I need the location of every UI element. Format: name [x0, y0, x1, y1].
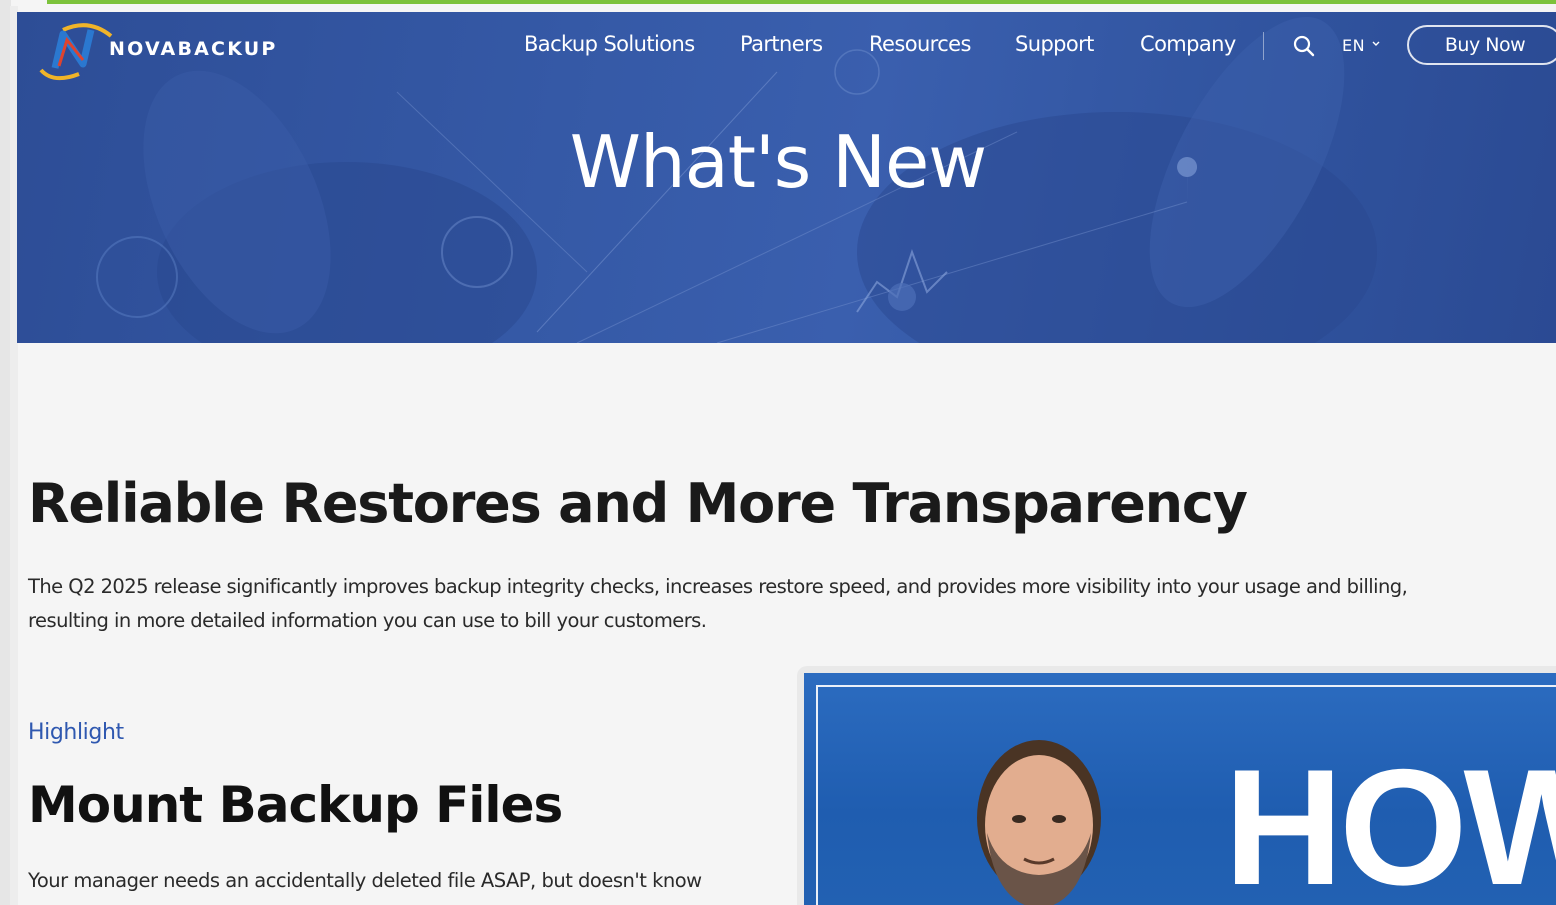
- section-heading: Mount Backup Files: [28, 776, 563, 834]
- nav-backup-solutions[interactable]: Backup Solutions: [524, 32, 695, 62]
- top-accent-bar: [47, 0, 1556, 4]
- logo[interactable]: NOVABACKUP: [33, 16, 333, 82]
- nav-partners[interactable]: Partners: [740, 32, 823, 62]
- video-thumbnail[interactable]: HOW: [804, 673, 1556, 905]
- intro-paragraph: The Q2 2025 release significantly improv…: [28, 570, 1533, 638]
- novabackup-logo-icon: [39, 23, 113, 81]
- video-overlay-text: HOW: [1224, 735, 1556, 905]
- nav-company[interactable]: Company: [1140, 32, 1236, 62]
- hero-title: What's New: [569, 120, 987, 204]
- site-header: NOVABACKUP Backup Solutions Partners Res…: [17, 12, 1556, 82]
- language-selector[interactable]: EN: [1342, 36, 1365, 55]
- search-icon[interactable]: [1292, 34, 1316, 58]
- logo-text: NOVABACKUP: [109, 38, 278, 60]
- chevron-down-icon[interactable]: [1371, 39, 1381, 49]
- nav-resources[interactable]: Resources: [869, 32, 971, 62]
- nav-separator: [1263, 32, 1264, 60]
- intro-line-1: The Q2 2025 release significantly improv…: [28, 575, 1408, 598]
- hero-banner: NOVABACKUP Backup Solutions Partners Res…: [17, 12, 1556, 343]
- highlight-label: Highlight: [28, 720, 124, 745]
- buy-now-button[interactable]: Buy Now: [1407, 25, 1556, 65]
- presenter-image: [977, 740, 1101, 905]
- page-heading: Reliable Restores and More Transparency: [28, 472, 1248, 535]
- intro-line-2: resulting in more detailed information y…: [28, 609, 707, 632]
- section-body: Your manager needs an accidentally delet…: [28, 869, 702, 892]
- nav-support[interactable]: Support: [1015, 32, 1094, 62]
